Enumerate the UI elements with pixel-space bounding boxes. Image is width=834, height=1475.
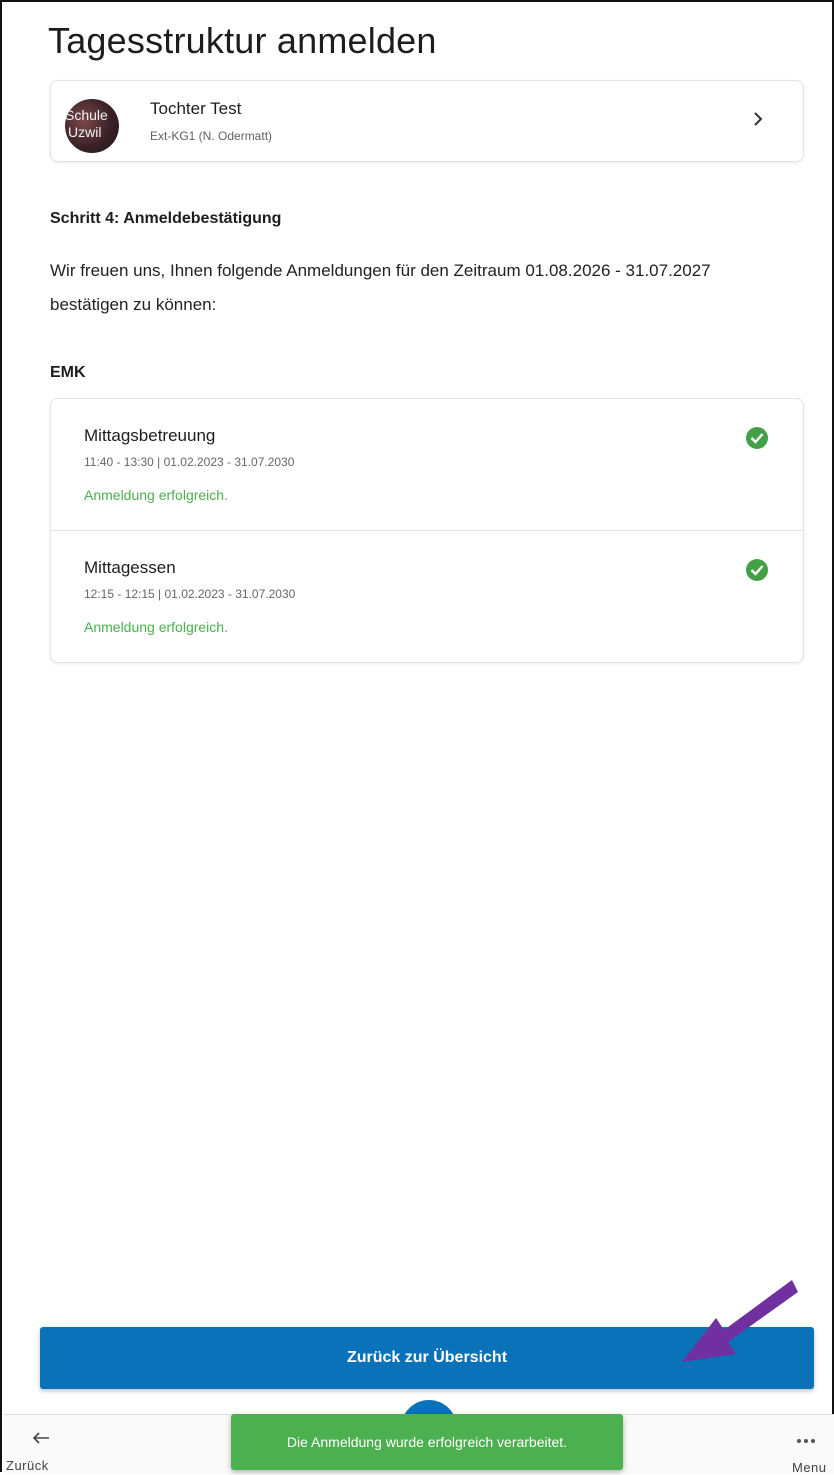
avatar-text-line1: Schule	[65, 107, 108, 123]
service-status: Anmeldung erfolgreich.	[84, 487, 228, 503]
annotation-arrow	[682, 1280, 798, 1362]
child-selector-card[interactable]: Schule Uzwil Tochter Test Ext-KG1 (N. Od…	[50, 80, 804, 162]
page-title: Tagesstruktur anmelden	[48, 20, 437, 61]
avatar-text-line2: Uzwil	[68, 124, 102, 140]
school-avatar: Schule Uzwil	[65, 99, 119, 153]
chevron-right-icon	[751, 109, 765, 135]
more-dots-icon	[796, 1428, 816, 1449]
child-class: Ext-KG1 (N. Odermatt)	[150, 129, 273, 143]
service-status: Anmeldung erfolgreich.	[84, 619, 228, 635]
check-circle-icon	[746, 559, 768, 581]
success-toast: Die Anmeldung wurde erfolgreich verarbei…	[231, 1414, 623, 1470]
step-description: Wir freuen uns, Ihnen folgende Anmeldung…	[50, 261, 711, 314]
service-name: Mittagsbetreuung	[84, 426, 216, 445]
check-circle-icon	[746, 427, 768, 449]
service-time: 11:40 - 13:30 | 01.02.2023 - 31.07.2030	[84, 455, 295, 469]
app-screen: Tagesstruktur anmelden Schule Uzwil Toch…	[0, 0, 834, 1475]
service-name: Mittagessen	[84, 558, 176, 577]
child-name: Tochter Test	[150, 99, 242, 118]
step-title: Schritt 4: Anmeldebestätigung	[50, 210, 282, 227]
section-title: EMK	[50, 364, 86, 381]
list-item: Mittagsbetreuung 11:40 - 13:30 | 01.02.2…	[51, 399, 803, 531]
nav-back-label: Zurück	[6, 1458, 49, 1473]
nav-back-button[interactable]: Zurück	[4, 1428, 64, 1474]
service-list-card: Mittagsbetreuung 11:40 - 13:30 | 01.02.2…	[50, 398, 804, 663]
arrow-left-icon	[32, 1428, 50, 1451]
list-item: Mittagessen 12:15 - 12:15 | 01.02.2023 -…	[51, 531, 803, 663]
nav-menu-button[interactable]: Menu	[784, 1428, 834, 1475]
service-time: 12:15 - 12:15 | 01.02.2023 - 31.07.2030	[84, 587, 296, 601]
nav-menu-label: Menu	[792, 1460, 827, 1475]
